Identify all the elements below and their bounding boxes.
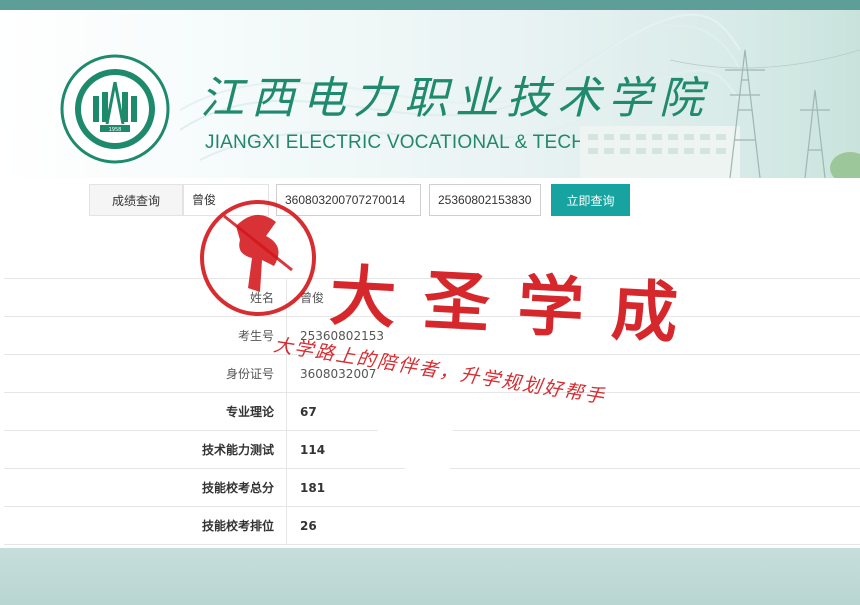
row-value: 114 — [300, 443, 326, 457]
row-label: 技术能力测试 — [4, 431, 287, 469]
score-query-bar: 成绩查询 曾俊 360803200707270014 2536080215383… — [0, 184, 860, 218]
exam-number-input[interactable]: 25360802153830 — [429, 184, 541, 216]
watermark-seal-icon — [200, 200, 316, 316]
footer-band — [0, 548, 860, 605]
row-label: 考生号 — [4, 317, 287, 355]
watermark-brand: 大圣学成 — [327, 256, 708, 354]
campus-building-illustration — [580, 49, 860, 178]
logo-year: 1958 — [109, 127, 122, 133]
redaction-mask — [405, 434, 450, 474]
row-value: 67 — [300, 405, 317, 419]
row-label: 专业理论 — [4, 393, 287, 431]
top-bar — [0, 0, 860, 10]
row-value: 26 — [300, 519, 317, 533]
redaction-mask — [378, 394, 453, 434]
row-label: 身份证号 — [4, 355, 287, 393]
college-logo-icon: 1958 — [60, 54, 170, 164]
page: 1958 江西电力职业技术学院 JIANGXI ELECTRIC VOCATIO… — [0, 0, 860, 605]
header-banner: 1958 江西电力职业技术学院 JIANGXI ELECTRIC VOCATIO… — [0, 10, 860, 178]
query-label: 成绩查询 — [89, 184, 183, 216]
table-row: 技能校考排位 26 — [4, 507, 860, 545]
row-label: 技能校考总分 — [4, 469, 287, 507]
submit-query-button[interactable]: 立即查询 — [551, 184, 630, 216]
table-row: 技能校考总分 181 — [4, 469, 860, 507]
row-label: 技能校考排位 — [4, 507, 287, 545]
row-value: 181 — [300, 481, 326, 495]
